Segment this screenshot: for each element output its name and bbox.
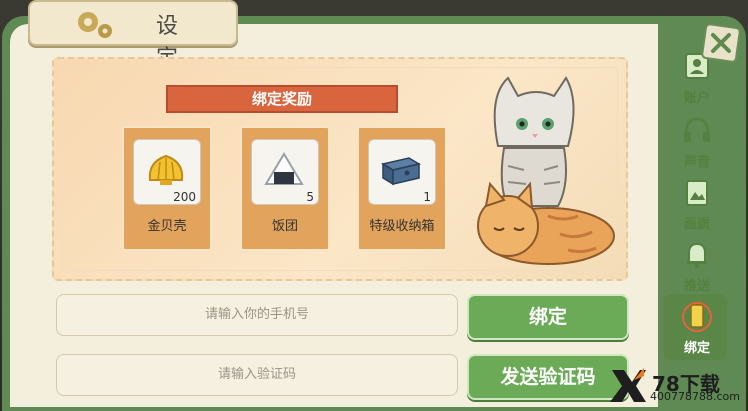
sidebar-item-label: 账户: [683, 91, 710, 106]
sidebar-item-label: 推送: [683, 279, 710, 294]
gear-icon: [78, 12, 112, 38]
verification-code-input[interactable]: 请输入验证码: [56, 354, 458, 396]
title-tab: 设 定: [28, 0, 238, 71]
reward-item-slot: 1: [368, 139, 436, 205]
image-quality-icon: [686, 180, 708, 206]
sidebar-item-label: 绑定: [683, 341, 710, 356]
storage-box-icon: [381, 157, 421, 186]
sidebar-item-label: 声音: [683, 155, 710, 170]
watermark: 78下载 400778788.com: [606, 364, 748, 407]
reward-item[interactable]: 5 饭团: [240, 126, 330, 251]
bind-button[interactable]: 绑定: [467, 294, 629, 340]
reward-count: 5: [306, 190, 314, 204]
reward-label: 饭团: [271, 219, 298, 234]
watermark-url: 400778788.com: [650, 390, 740, 403]
reward-banner: 绑定奖励: [166, 85, 398, 113]
reward-count: 1: [423, 190, 431, 204]
sidebar-item-quality[interactable]: 画质: [663, 174, 731, 232]
cats-illustration: [477, 76, 615, 265]
phone-input[interactable]: 请输入你的手机号: [56, 294, 458, 336]
reward-item-slot: 5: [251, 139, 319, 205]
reward-item[interactable]: 200 金贝壳: [122, 126, 212, 251]
golden-shell-icon: [148, 154, 184, 185]
sidebar: 账户 声音 画质 推送 绑定: [659, 24, 737, 374]
reward-item-slot: 200: [133, 139, 201, 205]
sidebar-item-sound[interactable]: 声音: [663, 112, 731, 170]
watermark-logo-icon: [610, 368, 646, 402]
sidebar-item-push[interactable]: 推送: [663, 236, 731, 294]
rice-ball-icon: [264, 152, 304, 185]
sidebar-item-bind[interactable]: 绑定: [663, 298, 731, 356]
reward-count: 200: [173, 190, 196, 204]
headphones-icon: [684, 117, 710, 142]
reward-label: 特级收纳箱: [369, 219, 435, 234]
phone-icon: [682, 302, 712, 332]
sidebar-item-label: 画质: [683, 217, 710, 232]
reward-item[interactable]: 1 特级收纳箱: [357, 126, 447, 251]
close-icon[interactable]: [700, 22, 742, 64]
bell-icon: [687, 242, 707, 268]
reward-label: 金贝壳: [147, 219, 187, 234]
send-code-button[interactable]: 发送验证码: [467, 354, 629, 400]
